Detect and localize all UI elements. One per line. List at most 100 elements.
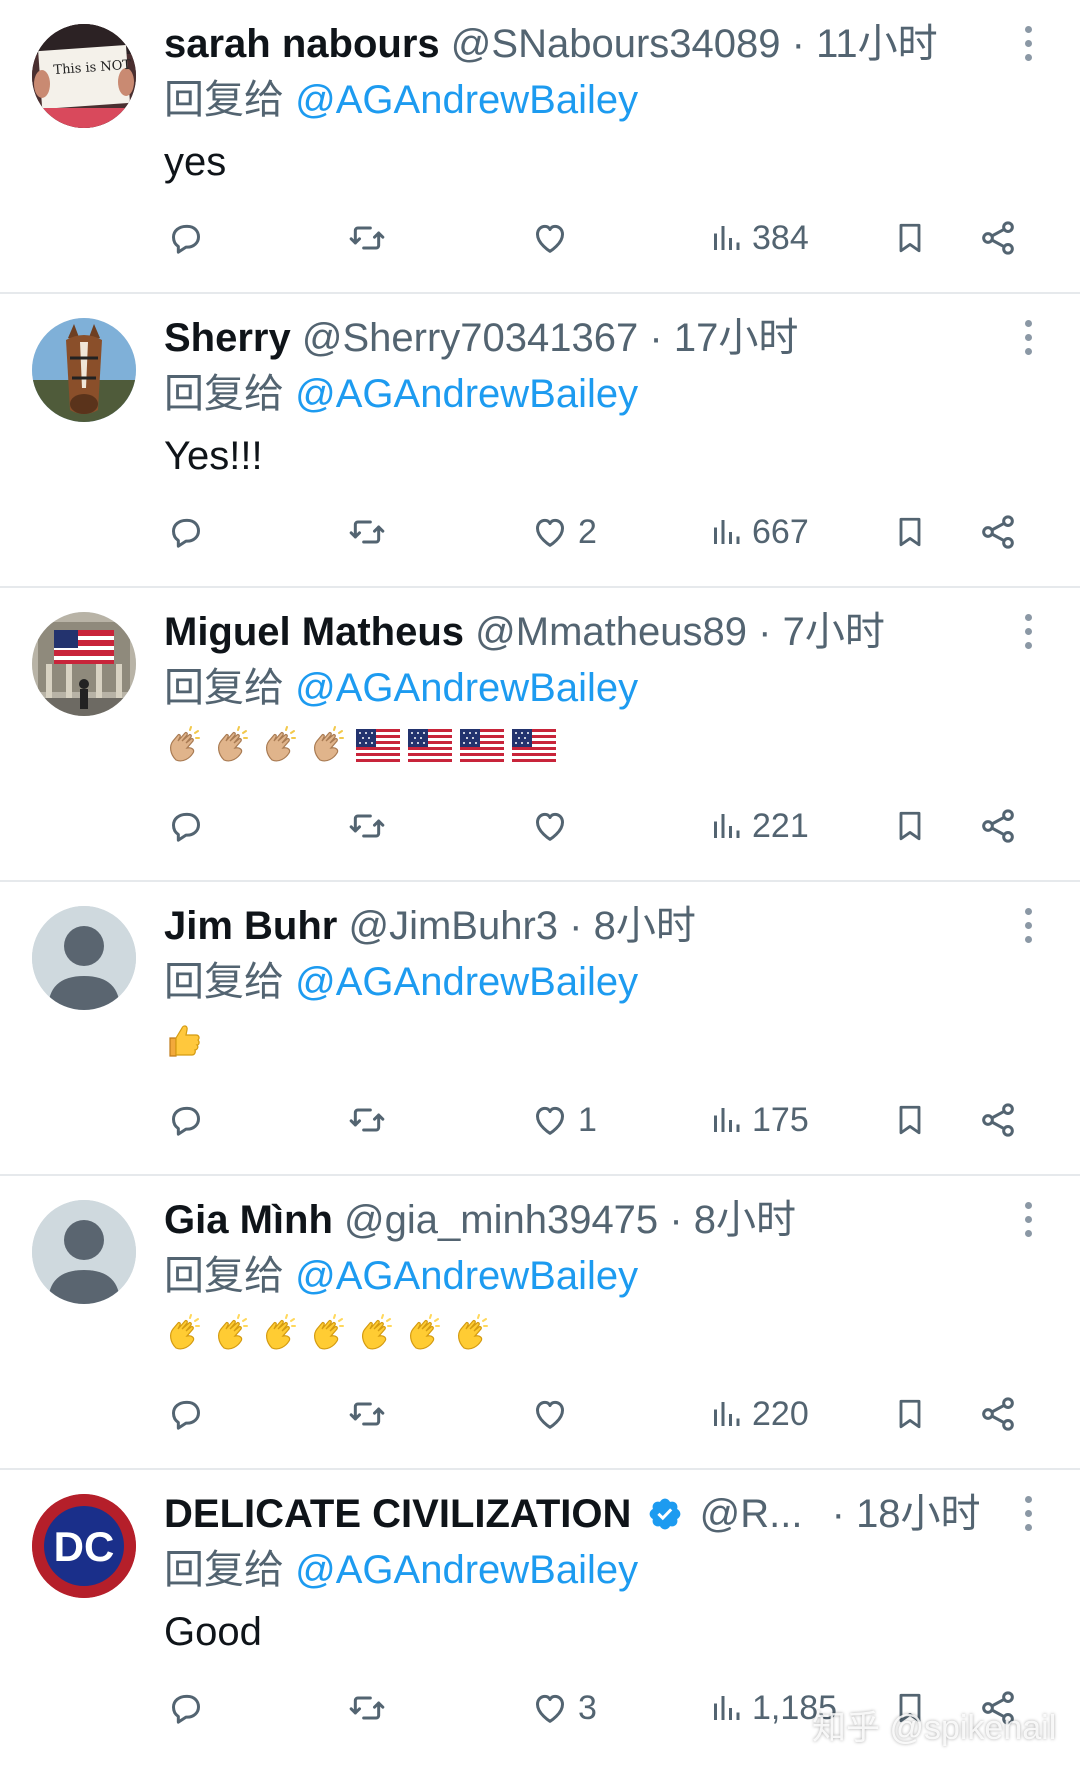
avatar[interactable] (32, 318, 136, 422)
tweet-header: Sherry @Sherry70341367 · 17小时 (164, 314, 798, 362)
retweet-button[interactable] (346, 1096, 388, 1144)
timestamp[interactable]: 8小时 (594, 904, 696, 948)
tweet[interactable]: Sherry @Sherry70341367 · 17小时 回复给 @AGAnd… (0, 294, 1080, 588)
more-icon[interactable] (1022, 320, 1034, 360)
bookmark-icon (892, 512, 928, 552)
heart-icon (530, 806, 570, 846)
action-bar: 220 (0, 1390, 1080, 1438)
display-name[interactable]: Sherry (164, 316, 291, 360)
display-name[interactable]: Gia Mình (164, 1198, 333, 1242)
share-button[interactable] (978, 1096, 1018, 1144)
avatar[interactable] (32, 612, 136, 716)
avatar-logo-text: DC (54, 1523, 115, 1570)
bookmark-button[interactable] (892, 508, 928, 556)
share-button[interactable] (978, 508, 1018, 556)
reply-icon (166, 218, 206, 258)
us-flag-emoji (460, 726, 504, 778)
views-icon (708, 806, 744, 846)
share-button[interactable] (978, 1390, 1018, 1438)
reply-context: 回复给 @AGAndrewBailey (164, 76, 638, 124)
like-button[interactable] (530, 214, 578, 262)
reply-context: 回复给 @AGAndrewBailey (164, 370, 638, 418)
display-name[interactable]: Jim Buhr (164, 904, 337, 948)
reply-button[interactable] (166, 1390, 206, 1438)
timestamp[interactable]: 8小时 (694, 1198, 796, 1242)
separator-dot: · (669, 1198, 683, 1242)
bookmark-button[interactable] (892, 214, 928, 262)
view-count: 175 (752, 1100, 809, 1139)
reply-button[interactable] (166, 802, 206, 850)
reply-context: 回复给 @AGAndrewBailey (164, 1252, 638, 1300)
like-button[interactable]: 3 (530, 1684, 597, 1732)
display-name[interactable]: Miguel Matheus (164, 610, 464, 654)
tweet[interactable]: Gia Mình @gia_minh39475 · 8小时 回复给 @AGAnd… (0, 1176, 1080, 1470)
timestamp[interactable]: 18小时 (856, 1492, 981, 1536)
more-icon[interactable] (1022, 908, 1034, 948)
user-handle[interactable]: @R... (700, 1492, 803, 1536)
like-button[interactable] (530, 802, 578, 850)
avatar[interactable]: DC (32, 1494, 136, 1598)
reply-mention-link[interactable]: @AGAndrewBailey (295, 666, 638, 710)
tweet-text: Good (164, 1610, 262, 1654)
more-icon[interactable] (1022, 26, 1034, 66)
timestamp[interactable]: 7小时 (783, 610, 885, 654)
retweet-button[interactable] (346, 802, 388, 850)
reply-button[interactable] (166, 1684, 206, 1732)
user-handle[interactable]: @JimBuhr3 (348, 904, 558, 948)
timestamp[interactable]: 11小时 (816, 22, 938, 66)
more-icon[interactable] (1022, 614, 1034, 654)
views-button[interactable]: 384 (708, 214, 809, 262)
more-icon[interactable] (1022, 1202, 1034, 1242)
tweet[interactable]: Miguel Matheus @Mmatheus89 · 7小时 回复给 @AG… (0, 588, 1080, 882)
views-button[interactable]: 667 (708, 508, 809, 556)
user-handle[interactable]: @SNabours34089 (451, 22, 781, 66)
separator-dot: · (569, 904, 583, 948)
timestamp[interactable]: 17小时 (674, 316, 799, 360)
us-flag-emoji (408, 726, 452, 778)
bookmark-button[interactable] (892, 802, 928, 850)
like-button[interactable]: 2 (530, 508, 597, 556)
display-name[interactable]: DELICATE CIVILIZATION (164, 1492, 631, 1536)
reply-mention-link[interactable]: @AGAndrewBailey (295, 1254, 638, 1298)
retweet-button[interactable] (346, 1684, 388, 1732)
avatar[interactable]: This is NOT Normal (32, 24, 136, 128)
share-button[interactable] (978, 214, 1018, 262)
avatar[interactable] (32, 1200, 136, 1304)
retweet-button[interactable] (346, 1390, 388, 1438)
heart-icon (530, 512, 570, 552)
views-button[interactable]: 221 (708, 802, 809, 850)
more-icon[interactable] (1022, 1496, 1034, 1536)
retweet-button[interactable] (346, 214, 388, 262)
display-name[interactable]: sarah nabours (164, 22, 440, 66)
like-button[interactable]: 1 (530, 1096, 597, 1144)
clap-yellow-emoji (308, 1313, 348, 1367)
reply-button[interactable] (166, 1096, 206, 1144)
reply-mention-link[interactable]: @AGAndrewBailey (295, 78, 638, 122)
user-handle[interactable]: @Mmatheus89 (475, 610, 747, 654)
reply-prefix: 回复给 (164, 1548, 284, 1592)
tweet[interactable]: Jim Buhr @JimBuhr3 · 8小时 回复给 @AGAndrewBa… (0, 882, 1080, 1176)
reply-mention-link[interactable]: @AGAndrewBailey (295, 372, 638, 416)
tweet-text: Yes!!! (164, 434, 263, 478)
reply-mention-link[interactable]: @AGAndrewBailey (295, 960, 638, 1004)
bookmark-button[interactable] (892, 1390, 928, 1438)
reply-button[interactable] (166, 508, 206, 556)
retweet-icon (346, 1394, 388, 1434)
retweet-button[interactable] (346, 508, 388, 556)
share-button[interactable] (978, 802, 1018, 850)
separator-dot: · (758, 610, 772, 654)
reply-prefix: 回复给 (164, 78, 284, 122)
separator-dot: · (649, 316, 663, 360)
views-button[interactable]: 175 (708, 1096, 809, 1144)
verified-badge-icon (647, 1495, 683, 1543)
bookmark-button[interactable] (892, 1096, 928, 1144)
views-button[interactable]: 220 (708, 1390, 809, 1438)
user-handle[interactable]: @gia_minh39475 (344, 1198, 658, 1242)
user-handle[interactable]: @Sherry70341367 (302, 316, 638, 360)
bookmark-icon (892, 1100, 928, 1140)
reply-mention-link[interactable]: @AGAndrewBailey (295, 1548, 638, 1592)
tweet[interactable]: This is NOT Normal sarah nabours @SNabou… (0, 0, 1080, 294)
like-button[interactable] (530, 1390, 578, 1438)
reply-button[interactable] (166, 214, 206, 262)
avatar[interactable] (32, 906, 136, 1010)
